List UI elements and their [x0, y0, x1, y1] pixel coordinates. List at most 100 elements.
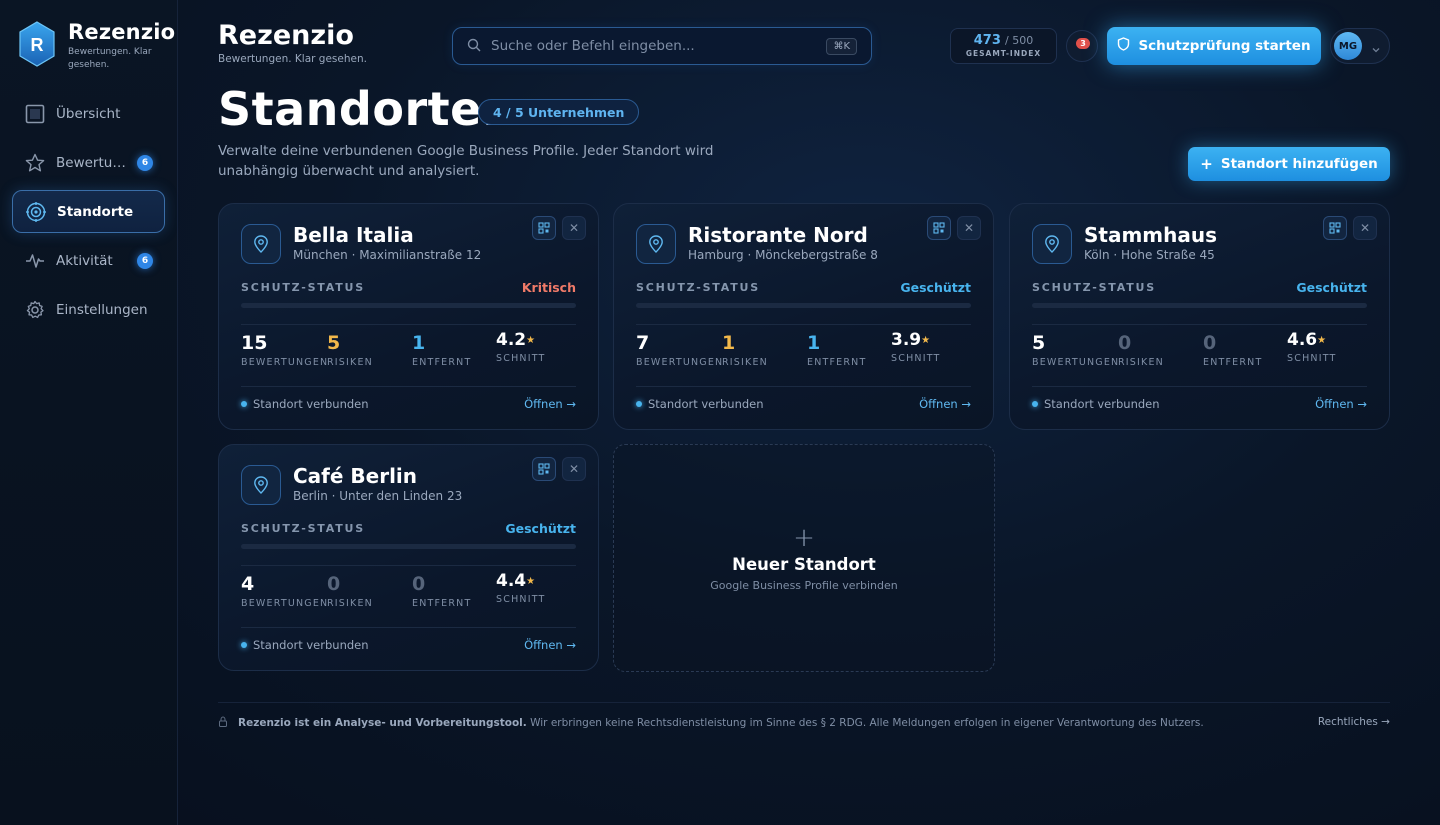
stat-reviews: 15 BEWERTUNGEN — [241, 332, 329, 368]
close-icon: ✕ — [963, 221, 975, 235]
open-location-link[interactable]: Öffnen → — [524, 638, 576, 652]
protection-status-value: Geschützt — [900, 280, 971, 295]
protection-status-label: SCHUTZ-STATUS — [1032, 281, 1156, 294]
location-name: Bella Italia — [293, 223, 414, 247]
remove-location-button[interactable]: ✕ — [1353, 216, 1377, 240]
protection-status-bar — [636, 303, 971, 308]
protection-status-label: SCHUTZ-STATUS — [241, 281, 365, 294]
footer-divider — [218, 702, 1390, 703]
search-input[interactable]: Suche oder Befehl eingeben... ⌘K — [452, 27, 872, 65]
new-location-card[interactable]: + Neuer Standort Google Business Profile… — [613, 444, 995, 672]
close-icon: ✕ — [568, 462, 580, 476]
page-title: Standorte. — [218, 82, 500, 136]
sidebar-brand[interactable]: R Rezenzio Bewertungen. Klar gesehen. — [18, 20, 175, 72]
status-dot — [241, 642, 247, 648]
divider — [241, 627, 576, 628]
protection-status-value: Geschützt — [505, 521, 576, 536]
protection-status-value: Geschützt — [1296, 280, 1367, 295]
close-icon: ✕ — [568, 221, 580, 235]
divider — [241, 386, 576, 387]
star-icon: ★ — [921, 335, 931, 346]
add-location-label: Standort hinzufügen — [1220, 156, 1378, 172]
location-card-ristorante-nord[interactable]: Ristorante Nord Hamburg · Mönckebergstra… — [613, 203, 994, 430]
divider — [241, 324, 576, 325]
star-icon: ★ — [526, 576, 536, 587]
location-card-cafe-berlin[interactable]: Café Berlin Berlin · Unter den Linden 23… — [218, 444, 599, 671]
location-address: Berlin · Unter den Linden 23 — [293, 489, 463, 503]
remove-location-button[interactable]: ✕ — [562, 457, 586, 481]
qr-code-icon — [933, 222, 945, 234]
sidebar-item-aktivitaet[interactable]: Aktivität 6 — [12, 239, 165, 282]
sidebar-item-label: Übersicht — [56, 105, 121, 122]
plus-icon: + — [793, 523, 815, 553]
map-pin-icon — [241, 465, 281, 505]
qr-code-button[interactable] — [532, 457, 556, 481]
stat-reviews: 5 BEWERTUNGEN — [1032, 332, 1120, 368]
qr-code-button[interactable] — [532, 216, 556, 240]
sidebar-item-label: Standorte — [57, 203, 134, 220]
map-pin-icon — [241, 224, 281, 264]
sidebar-nav: Übersicht Bewertu… 6 Standorte Aktivität… — [12, 92, 165, 337]
start-protection-check-button[interactable]: Schutzprüfung starten — [1107, 27, 1321, 65]
star-icon: ★ — [526, 335, 536, 346]
company-count-badge: 4 / 5 Unternehmen — [478, 99, 640, 125]
legal-link[interactable]: Rechtliches → — [1318, 716, 1390, 728]
nav-count-badge: 6 — [137, 155, 153, 171]
stat-risks: 0 RISIKEN — [327, 573, 373, 609]
notifications-button[interactable]: 3 — [1066, 30, 1098, 62]
new-location-subtitle: Google Business Profile verbinden — [710, 579, 898, 592]
map-pin-icon — [636, 224, 676, 264]
total-index-value: 473 — [973, 33, 1001, 48]
location-name: Stammhaus — [1084, 223, 1218, 247]
stat-average: 4.4★ SCHNITT — [496, 571, 546, 605]
sidebar-item-uebersicht[interactable]: Übersicht — [12, 92, 165, 135]
star-icon: ★ — [1317, 335, 1327, 346]
sidebar-item-label: Bewertu… — [56, 154, 126, 171]
search-shortcut: ⌘K — [826, 38, 857, 55]
add-location-button[interactable]: + Standort hinzufügen — [1188, 147, 1390, 181]
divider — [1032, 386, 1367, 387]
divider — [1032, 324, 1367, 325]
user-menu[interactable]: MG — [1330, 28, 1390, 64]
stat-reviews: 4 BEWERTUNGEN — [241, 573, 329, 609]
sidebar-item-einstellungen[interactable]: Einstellungen — [12, 288, 165, 331]
shield-icon — [1117, 37, 1130, 55]
open-location-link[interactable]: Öffnen → — [524, 397, 576, 411]
total-index-widget[interactable]: 473 / 500 GESAMT-INDEX — [950, 28, 1057, 64]
sidebar-item-label: Aktivität — [56, 252, 113, 269]
qr-code-button[interactable] — [1323, 216, 1347, 240]
search-icon — [467, 37, 481, 56]
logo-hexagon-icon: R — [19, 21, 55, 67]
search-placeholder: Suche oder Befehl eingeben... — [491, 38, 695, 54]
divider — [636, 324, 971, 325]
open-location-link[interactable]: Öffnen → — [919, 397, 971, 411]
protection-status-value: Kritisch — [521, 280, 576, 295]
avatar: MG — [1334, 32, 1362, 60]
footer-text: Wir erbringen keine Rechtsdienstleistung… — [530, 717, 1204, 729]
header-app-tagline: Bewertungen. Klar gesehen. — [218, 53, 367, 65]
sidebar-item-bewertungen[interactable]: Bewertu… 6 — [12, 141, 165, 184]
sidebar-item-standorte[interactable]: Standorte — [12, 190, 165, 233]
stat-average: 4.2★ SCHNITT — [496, 330, 546, 364]
open-location-link[interactable]: Öffnen → — [1315, 397, 1367, 411]
qr-code-button[interactable] — [927, 216, 951, 240]
stat-removed: 0 ENTFERNT — [412, 573, 472, 609]
gear-icon — [24, 299, 46, 321]
stat-removed: 0 ENTFERNT — [1203, 332, 1263, 368]
start-protection-check-label: Schutzprüfung starten — [1138, 38, 1311, 54]
location-card-stammhaus[interactable]: Stammhaus Köln · Hohe Straße 45 ✕ SCHUTZ… — [1009, 203, 1390, 430]
remove-location-button[interactable]: ✕ — [957, 216, 981, 240]
location-name: Ristorante Nord — [688, 223, 868, 247]
stat-reviews: 7 BEWERTUNGEN — [636, 332, 724, 368]
remove-location-button[interactable]: ✕ — [562, 216, 586, 240]
location-target-icon — [25, 201, 47, 223]
status-dot — [1032, 401, 1038, 407]
activity-icon — [24, 250, 46, 272]
sidebar: R Rezenzio Bewertungen. Klar gesehen. Üb… — [0, 0, 178, 825]
stat-risks: 0 RISIKEN — [1118, 332, 1164, 368]
close-icon: ✕ — [1359, 221, 1371, 235]
qr-code-icon — [538, 222, 550, 234]
location-card-bella-italia[interactable]: Bella Italia München · Maximilianstraße … — [218, 203, 599, 430]
nav-count-badge: 6 — [137, 253, 153, 269]
protection-status-label: SCHUTZ-STATUS — [636, 281, 760, 294]
